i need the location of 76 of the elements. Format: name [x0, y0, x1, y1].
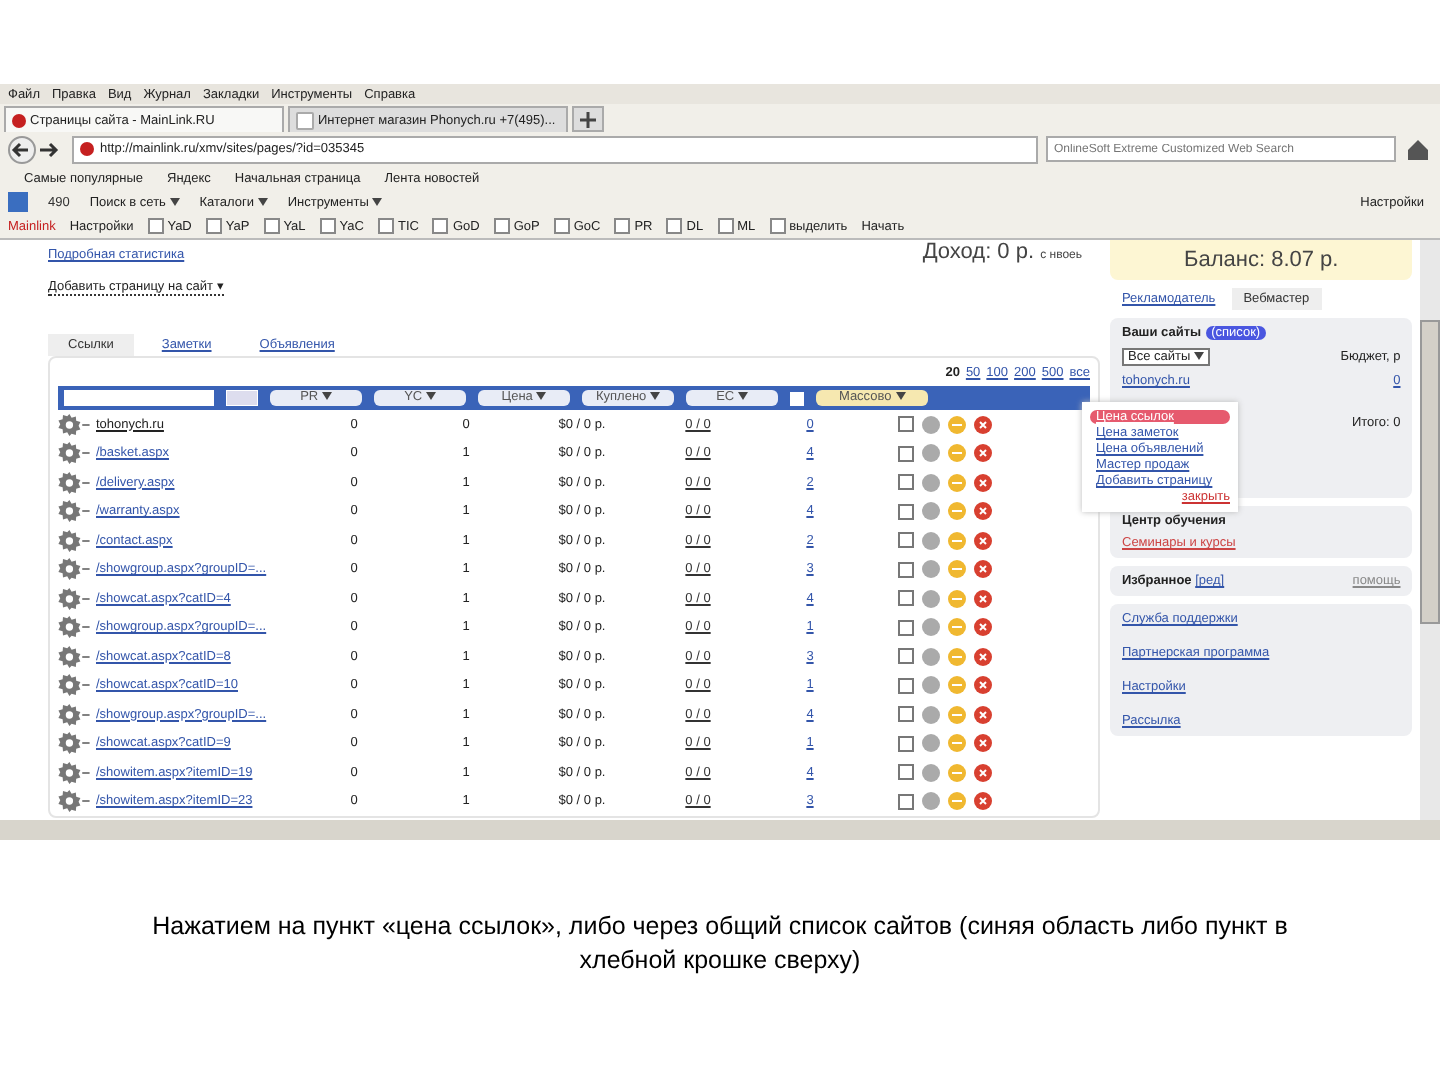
caret-icon	[536, 392, 547, 400]
check-circle-icon[interactable]	[922, 705, 940, 724]
delete-icon[interactable]	[974, 792, 992, 811]
gear-menu-icon[interactable]	[58, 413, 90, 436]
caret-icon	[895, 392, 906, 400]
row-checkbox[interactable]	[898, 416, 914, 433]
delete-icon[interactable]	[974, 560, 992, 579]
row-checkbox[interactable]	[898, 619, 914, 636]
scrollbar[interactable]	[1420, 240, 1440, 820]
gear-menu-icon[interactable]	[58, 761, 90, 784]
caption: Нажатием на пункт «цена ссылок», либо через общий список сайтов (синяя область либо пункт в хлебной крошке сверху)	[150, 910, 1290, 978]
caret-icon	[649, 392, 660, 400]
row-checkbox[interactable]	[898, 735, 914, 752]
income-text: Доход: 0 р.	[922, 240, 1035, 264]
delete-icon[interactable]	[974, 473, 992, 492]
check-circle-icon[interactable]	[922, 589, 940, 608]
row-checkbox[interactable]	[898, 764, 914, 781]
delete-icon[interactable]	[974, 531, 992, 550]
delete-icon[interactable]	[974, 502, 992, 521]
check-circle-icon[interactable]	[922, 618, 940, 637]
delete-icon[interactable]	[974, 618, 992, 637]
delete-icon[interactable]	[974, 415, 992, 434]
gear-menu-icon[interactable]	[58, 529, 90, 552]
caret-icon	[169, 197, 180, 205]
row-checkbox[interactable]	[898, 706, 914, 723]
delete-icon[interactable]	[974, 589, 992, 608]
delete-icon[interactable]	[974, 444, 992, 463]
caret-icon	[321, 392, 332, 400]
check-circle-icon[interactable]	[922, 560, 940, 579]
check-circle-icon[interactable]	[922, 763, 940, 782]
check-circle-icon[interactable]	[922, 473, 940, 492]
gear-menu-icon[interactable]	[58, 442, 90, 465]
gear-menu-icon[interactable]	[58, 616, 90, 639]
delete-icon[interactable]	[974, 676, 992, 695]
home-icon[interactable]	[1404, 135, 1432, 163]
check-circle-icon[interactable]	[922, 502, 940, 521]
row-checkbox[interactable]	[898, 677, 914, 694]
check-circle-icon[interactable]	[922, 734, 940, 753]
back-forward-icon[interactable]	[8, 135, 64, 163]
check-circle-icon[interactable]	[922, 415, 940, 434]
check-circle-icon[interactable]	[922, 531, 940, 550]
balance-text: Баланс: 8.07 р.	[1184, 248, 1339, 272]
row-checkbox[interactable]	[898, 503, 914, 520]
caret-icon	[257, 197, 268, 205]
gear-menu-icon[interactable]	[58, 732, 90, 755]
row-checkbox[interactable]	[898, 590, 914, 607]
caret-icon	[372, 197, 383, 205]
filter-field[interactable]	[64, 390, 214, 406]
gear-menu-icon[interactable]	[58, 674, 90, 697]
check-circle-icon[interactable]	[922, 792, 940, 811]
gear-menu-icon[interactable]	[58, 703, 90, 726]
caret-icon	[1193, 352, 1204, 360]
row-checkbox[interactable]	[898, 445, 914, 462]
row-checkbox[interactable]	[898, 793, 914, 810]
gear-menu-icon[interactable]	[58, 645, 90, 668]
check-circle-icon[interactable]	[922, 444, 940, 463]
row-checkbox[interactable]	[898, 532, 914, 549]
check-circle-icon[interactable]	[922, 647, 940, 666]
new-tab-button[interactable]	[572, 106, 604, 132]
delete-icon[interactable]	[974, 705, 992, 724]
plus-icon	[578, 109, 598, 129]
delete-icon[interactable]	[974, 763, 992, 782]
caret-icon	[425, 392, 436, 400]
gear-menu-icon[interactable]	[58, 558, 90, 581]
check-circle-icon[interactable]	[922, 676, 940, 695]
select-all-checkbox[interactable]	[790, 391, 804, 405]
gear-menu-icon[interactable]	[58, 587, 90, 610]
row-checkbox[interactable]	[898, 474, 914, 491]
row-checkbox[interactable]	[898, 561, 914, 578]
caret-icon	[737, 392, 748, 400]
gear-menu-icon[interactable]	[58, 790, 90, 813]
gear-menu-icon[interactable]	[58, 471, 90, 494]
delete-icon[interactable]	[974, 734, 992, 753]
delete-icon[interactable]	[974, 647, 992, 666]
gear-menu-icon[interactable]	[58, 500, 90, 523]
row-checkbox[interactable]	[898, 648, 914, 665]
